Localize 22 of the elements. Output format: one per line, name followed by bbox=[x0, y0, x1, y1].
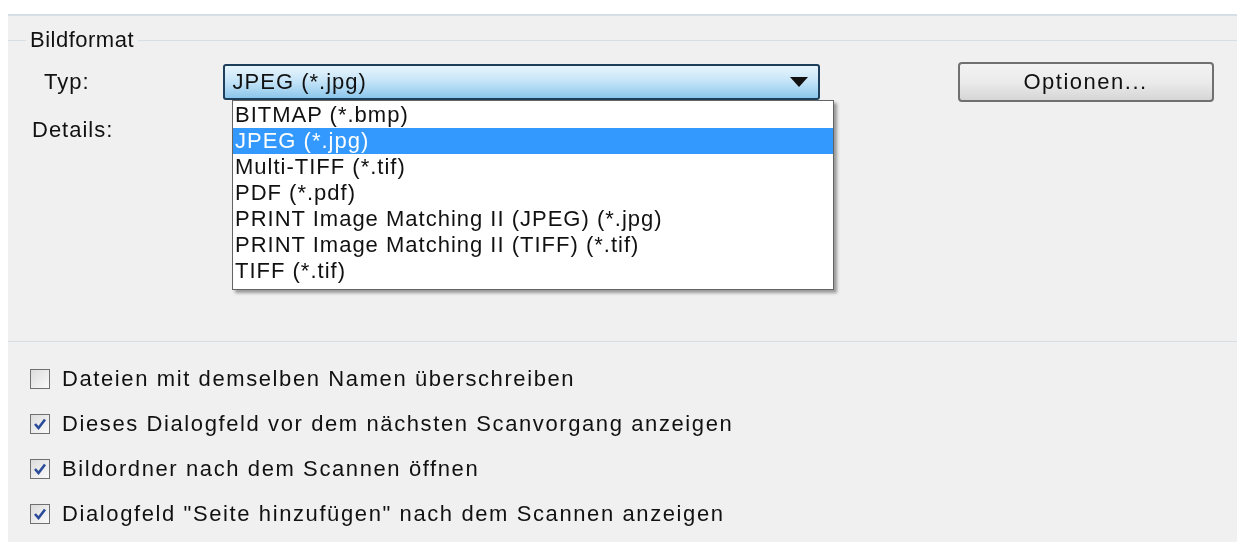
dropdown-option[interactable]: PRINT Image Matching II (TIFF) (*.tif) bbox=[233, 232, 833, 258]
checkbox[interactable] bbox=[30, 369, 50, 389]
dropdown-option[interactable]: PRINT Image Matching II (JPEG) (*.jpg) bbox=[233, 206, 833, 232]
dropdown-option[interactable]: BITMAP (*.bmp) bbox=[233, 102, 833, 128]
check-icon bbox=[33, 418, 47, 430]
type-dropdown[interactable]: JPEG (*.jpg) bbox=[222, 64, 820, 100]
checkbox-label: Dialogfeld "Seite hinzufügen" nach dem Scannen anzeigen bbox=[62, 501, 725, 527]
checkbox-label: Dieses Dialogfeld vor dem nächsten Scanvorgang anzeigen bbox=[62, 411, 734, 437]
details-label: Details: bbox=[32, 117, 114, 143]
options-button[interactable]: Optionen... bbox=[957, 62, 1214, 102]
checkbox[interactable] bbox=[30, 459, 50, 479]
dropdown-option[interactable]: TIFF (*.tif) bbox=[233, 258, 833, 284]
checkbox[interactable] bbox=[30, 414, 50, 434]
checkbox[interactable] bbox=[30, 504, 50, 524]
check-icon bbox=[33, 508, 47, 520]
dropdown-option[interactable]: Multi-TIFF (*.tif) bbox=[233, 154, 833, 180]
check-icon bbox=[33, 463, 47, 475]
type-label: Typ: bbox=[44, 69, 90, 95]
checkbox-label: Bildordner nach dem Scannen öffnen bbox=[62, 456, 480, 482]
checkbox-label: Dateien mit demselben Namen überschreiben bbox=[62, 366, 576, 392]
dropdown-option[interactable]: PDF (*.pdf) bbox=[233, 180, 833, 206]
caret-icon bbox=[787, 76, 810, 88]
